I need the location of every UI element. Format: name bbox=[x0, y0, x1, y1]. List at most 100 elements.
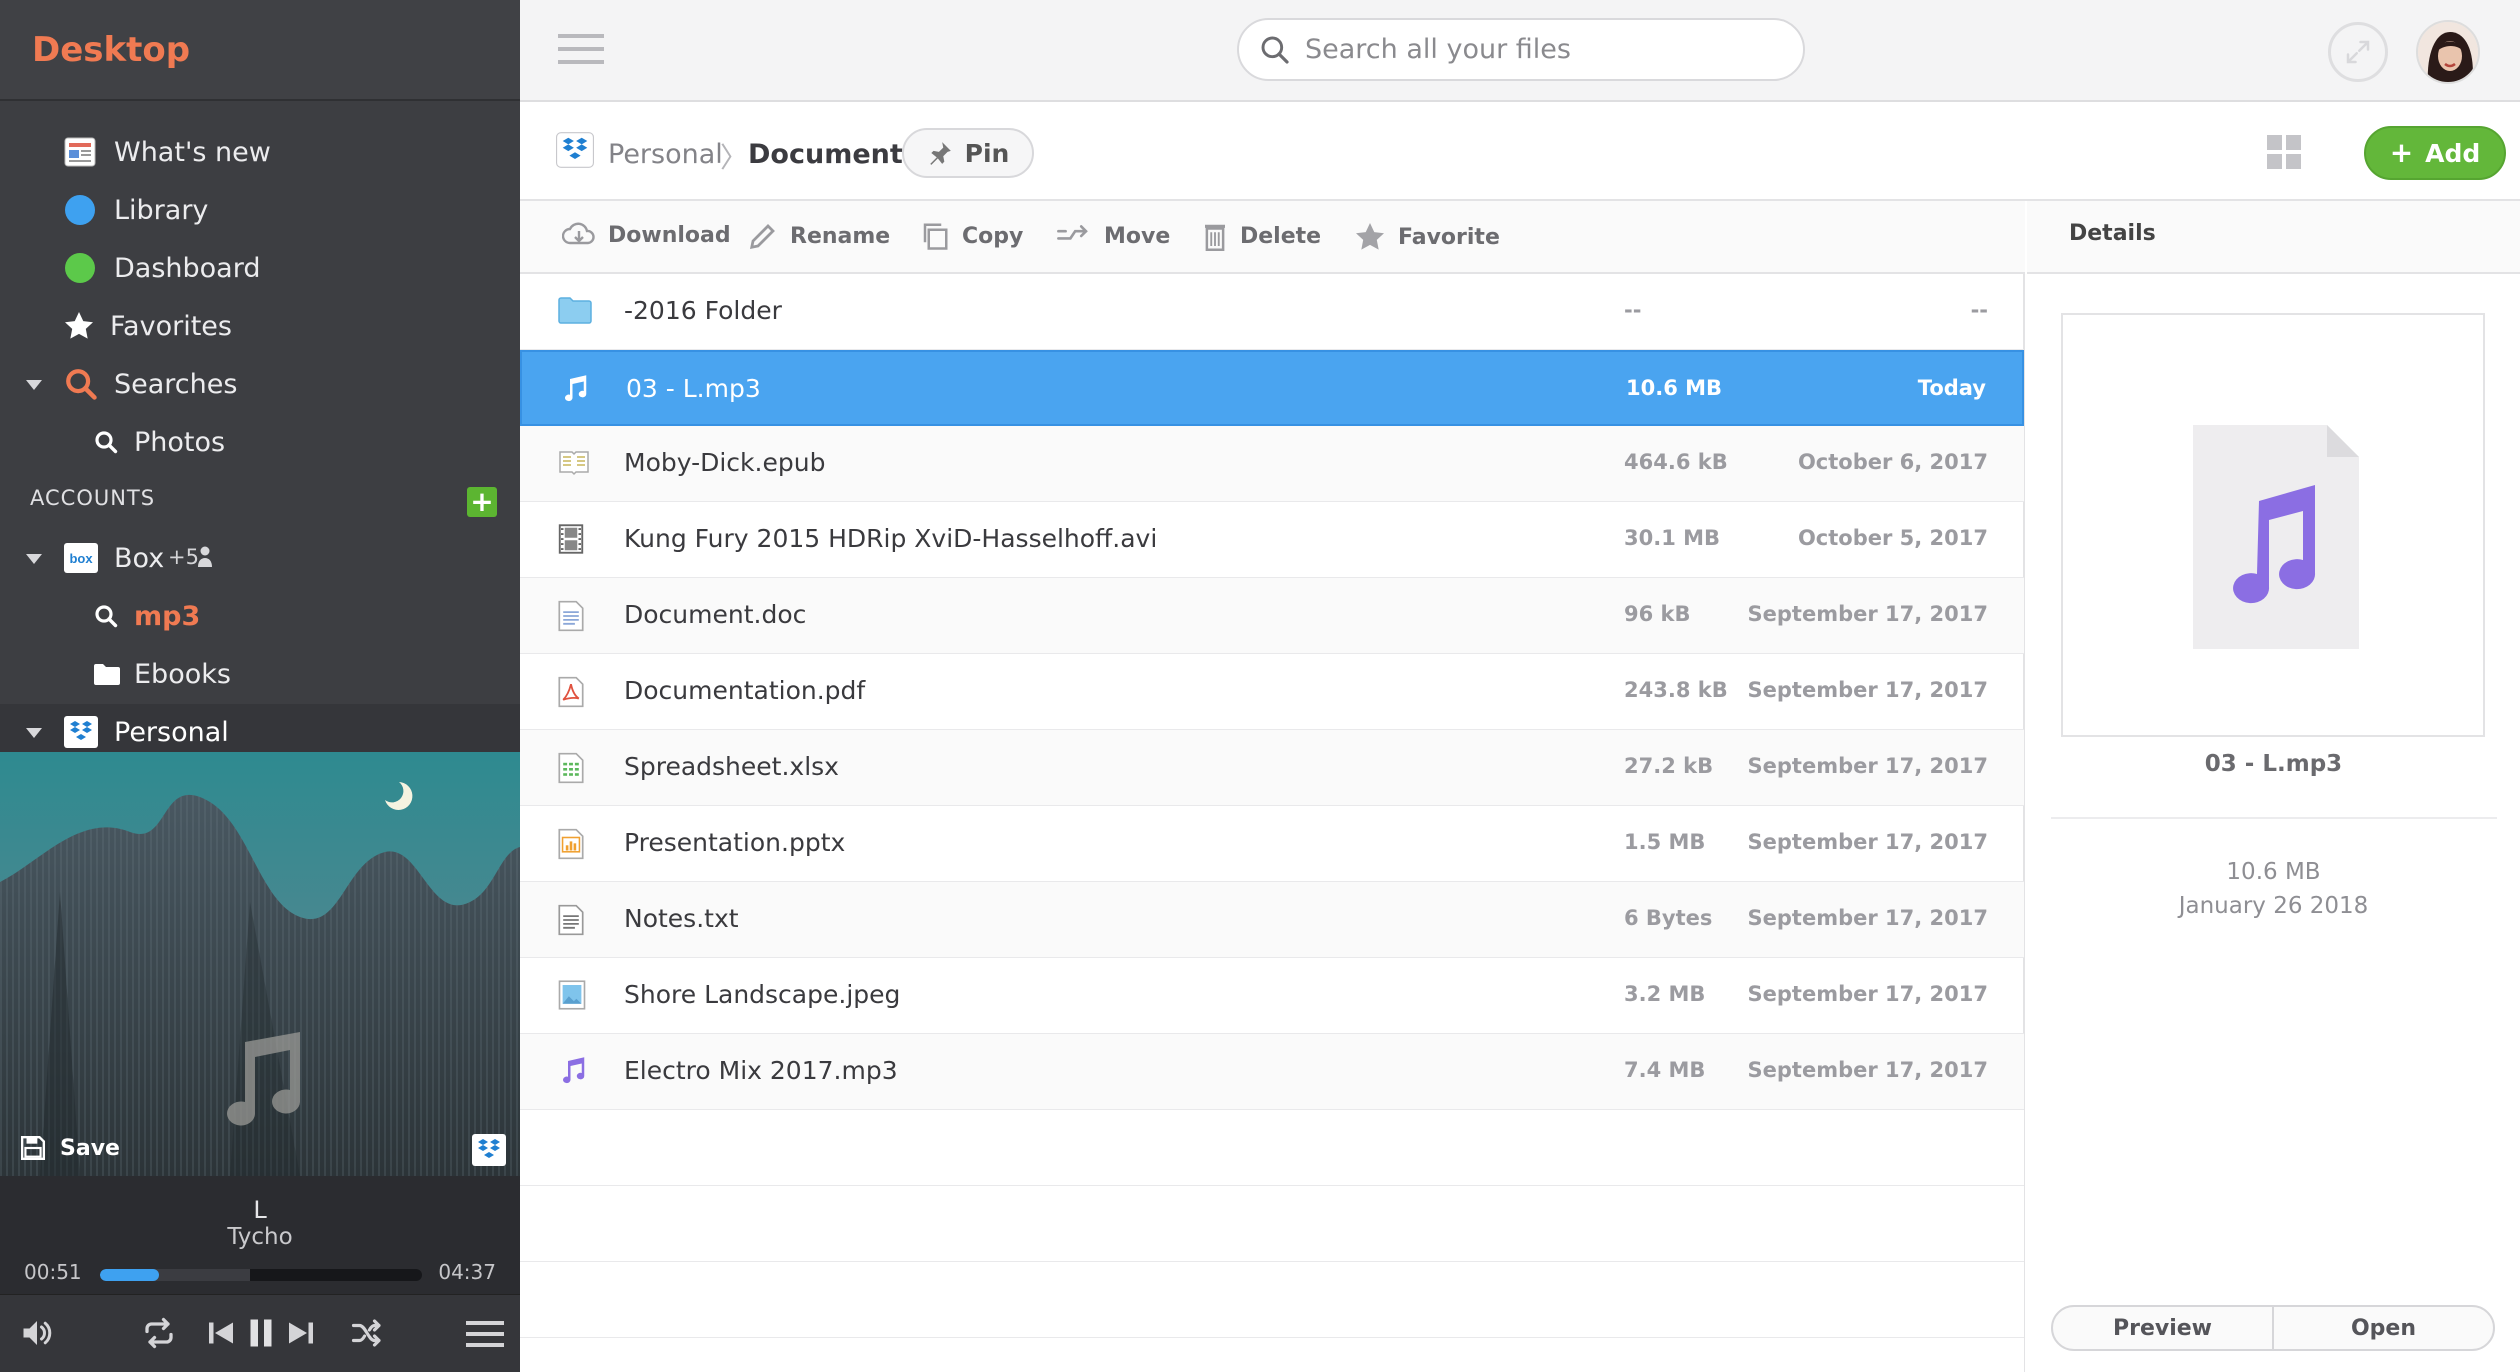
playlist-menu-icon[interactable] bbox=[466, 1319, 504, 1349]
person-icon bbox=[198, 546, 212, 568]
search-input[interactable] bbox=[1305, 34, 1785, 65]
details-file-size: 10.6 MB bbox=[2226, 859, 2321, 885]
file-row[interactable]: -2016 Folder -- -- bbox=[520, 274, 2024, 350]
file-row[interactable]: Notes.txt 6 Bytes September 17, 2017 bbox=[520, 882, 2024, 958]
volume-icon[interactable] bbox=[18, 1315, 56, 1351]
download-button[interactable]: Download bbox=[562, 221, 731, 249]
empty-row bbox=[520, 1186, 2024, 1262]
progress-fill bbox=[100, 1269, 160, 1281]
sidebar-item-ebooks[interactable]: Ebooks bbox=[0, 646, 520, 702]
user-avatar[interactable] bbox=[2416, 20, 2480, 84]
delete-label: Delete bbox=[1240, 223, 1322, 249]
search-icon bbox=[64, 367, 98, 401]
empty-row bbox=[520, 1110, 2024, 1186]
book-icon bbox=[558, 448, 590, 476]
shared-count: +5 bbox=[168, 545, 199, 569]
empty-row bbox=[520, 1338, 2024, 1372]
add-button[interactable]: + Add bbox=[2364, 126, 2506, 180]
progress-bar[interactable] bbox=[100, 1269, 422, 1281]
sidebar-item-label: mp3 bbox=[134, 600, 201, 632]
move-button[interactable]: Move bbox=[1056, 221, 1170, 251]
file-row[interactable]: Shore Landscape.jpeg 3.2 MB September 17, … bbox=[520, 958, 2024, 1034]
music-note-icon bbox=[227, 1032, 300, 1126]
file-toolbar: Download Rename Copy Move Delete Favorit… bbox=[520, 201, 2025, 274]
file-size: 464.6 kB bbox=[1624, 450, 1728, 474]
rename-button[interactable]: Rename bbox=[748, 221, 890, 251]
sidebar-item-dashboard[interactable]: Dashboard bbox=[0, 240, 520, 296]
repeat-icon[interactable] bbox=[140, 1315, 178, 1351]
spreadsheet-icon bbox=[558, 752, 584, 784]
file-date: September 17, 2017 bbox=[1747, 602, 1988, 626]
file-row[interactable]: Spreadsheet.xlsx 27.2 kB September 17, 201… bbox=[520, 730, 2024, 806]
next-track-icon[interactable] bbox=[286, 1315, 316, 1351]
file-name: Moby-Dick.epub bbox=[624, 448, 826, 477]
file-row[interactable]: Kung Fury 2015 HDRip XviD-Hasselhoff.avi… bbox=[520, 502, 2024, 578]
file-name: Presentation.pptx bbox=[624, 828, 846, 857]
cloud-download-icon bbox=[562, 222, 595, 245]
open-button[interactable]: Open bbox=[2274, 1307, 2493, 1349]
breadcrumb-documents[interactable]: Documents bbox=[748, 139, 919, 170]
sidebar-item-photos[interactable]: Photos bbox=[0, 414, 520, 470]
add-account-button[interactable]: + bbox=[467, 487, 497, 517]
search-icon bbox=[94, 604, 118, 628]
add-label: Add bbox=[2425, 138, 2481, 168]
pause-icon[interactable] bbox=[246, 1315, 276, 1351]
track-title: L bbox=[253, 1196, 267, 1224]
favorite-label: Favorite bbox=[1398, 224, 1500, 250]
sidebar-item-favorites[interactable]: Favorites bbox=[0, 298, 520, 354]
blue-circle-icon bbox=[64, 194, 96, 226]
file-row[interactable]: Presentation.pptx 1.5 MB September 17, 201… bbox=[520, 806, 2024, 882]
file-name: -2016 Folder bbox=[624, 296, 782, 325]
download-label: Download bbox=[608, 222, 731, 248]
star-icon bbox=[62, 310, 96, 342]
file-name: Kung Fury 2015 HDRip XviD-Hasselhoff.avi bbox=[624, 524, 1158, 553]
file-row-selected[interactable]: 03 - L.mp3 10.6 MB Today bbox=[520, 350, 2024, 426]
pin-button[interactable]: Pin bbox=[902, 128, 1034, 178]
file-date: October 5, 2017 bbox=[1797, 526, 1988, 550]
save-button[interactable]: Save bbox=[20, 1135, 120, 1161]
plus-icon: + bbox=[2389, 136, 2414, 169]
file-name: Documentation.pdf bbox=[624, 676, 866, 705]
search-icon bbox=[1259, 34, 1291, 66]
chevron-down-icon[interactable] bbox=[26, 380, 42, 390]
sidebar-item-library[interactable]: Library bbox=[0, 182, 520, 238]
file-size: 27.2 kB bbox=[1624, 754, 1714, 778]
current-time: 00:51 bbox=[24, 1260, 82, 1284]
favorite-button[interactable]: Favorite bbox=[1354, 221, 1500, 253]
file-row[interactable]: Moby-Dick.epub 464.6 kB October 6, 2017 bbox=[520, 426, 2024, 502]
file-row[interactable]: Documentation.pdf 243.8 kB September 17, 2… bbox=[520, 654, 2024, 730]
search-box[interactable] bbox=[1237, 18, 1805, 81]
chevron-down-icon[interactable] bbox=[26, 728, 42, 738]
sidebar-item-label: Library bbox=[114, 194, 209, 226]
app-title: Desktop bbox=[32, 30, 191, 70]
sidebar-item-searches[interactable]: Searches bbox=[0, 356, 520, 412]
pencil-icon bbox=[749, 224, 775, 250]
file-row[interactable]: Document.doc 96 kB September 17, 2017 bbox=[520, 578, 2024, 654]
hamburger-menu-icon[interactable] bbox=[558, 32, 604, 66]
sidebar-item-box-account[interactable]: box Box +5 bbox=[0, 530, 520, 586]
chevron-down-icon[interactable] bbox=[26, 554, 42, 564]
breadcrumb-separator: 〉 bbox=[720, 141, 749, 174]
grid-view-icon[interactable] bbox=[2266, 134, 2302, 170]
preview-button[interactable]: Preview bbox=[2053, 1307, 2274, 1349]
file-name: Electro Mix 2017.mp3 bbox=[624, 1056, 898, 1085]
file-preview bbox=[2061, 313, 2485, 737]
breadcrumb: Personal 〉 Documents Pin + Add bbox=[520, 102, 2520, 201]
sidebar-item-label: Ebooks bbox=[134, 658, 231, 690]
move-label: Move bbox=[1104, 223, 1171, 249]
expand-button[interactable] bbox=[2328, 22, 2388, 82]
trash-icon bbox=[1205, 224, 1225, 251]
sidebar-item-mp3-search[interactable]: mp3 bbox=[0, 588, 520, 644]
copy-button[interactable]: Copy bbox=[920, 221, 1023, 251]
breadcrumb-personal[interactable]: Personal bbox=[608, 139, 723, 170]
previous-track-icon[interactable] bbox=[206, 1315, 236, 1351]
copy-icon bbox=[923, 223, 948, 250]
dropbox-logo-icon[interactable] bbox=[472, 1134, 506, 1166]
file-size: 6 Bytes bbox=[1624, 906, 1713, 930]
shuffle-icon[interactable] bbox=[348, 1315, 386, 1351]
delete-button[interactable]: Delete bbox=[1202, 221, 1321, 251]
details-actions: Preview Open bbox=[2051, 1305, 2495, 1351]
file-row[interactable]: Electro Mix 2017.mp3 7.4 MB September 17, … bbox=[520, 1034, 2024, 1110]
file-size: -- bbox=[1624, 298, 1642, 322]
sidebar-item-whats-new[interactable]: What's new bbox=[0, 124, 520, 180]
